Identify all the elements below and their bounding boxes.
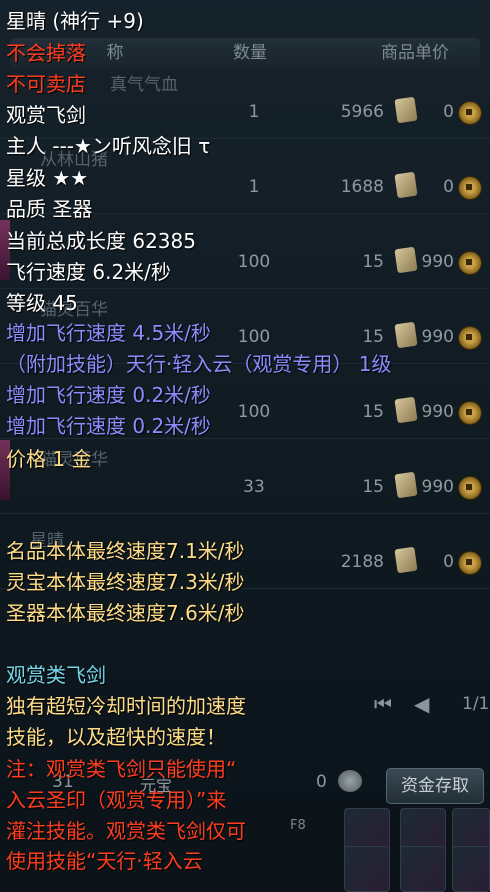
bottom-left-number: 31 [52, 772, 74, 792]
item-qty: 1 [248, 177, 260, 197]
item-coin-price: 0 [443, 552, 454, 572]
item-name: 猫灵百华 [40, 300, 108, 320]
table-row[interactable]: 100 15 990 [0, 364, 490, 439]
item-qty: 1 [248, 102, 260, 122]
coin-icon [458, 476, 482, 500]
item-price: 15 [362, 477, 384, 497]
coin-icon [458, 551, 482, 575]
coin-icon [458, 326, 482, 350]
item-name: 猫灵百华 [40, 450, 108, 470]
item-coin-price: 990 [421, 327, 454, 347]
table-row[interactable]: 真气气血 1 5966 0 [0, 64, 490, 139]
table-row[interactable]: 猫灵百华 100 15 990 [0, 289, 490, 364]
table-row[interactable]: 从林山猪 1 1688 0 [0, 139, 490, 214]
item-coin-price: 990 [421, 402, 454, 422]
item-price: 15 [362, 252, 384, 272]
item-qty: 100 [237, 327, 271, 347]
coin-icon [458, 401, 482, 425]
item-coin-price: 990 [421, 477, 454, 497]
shop-window: 称 数量 商品单价 真气气血 1 5966 0 从林山猪 1 1688 0 10… [0, 0, 490, 892]
currency-label: 元宝 [140, 776, 173, 795]
item-qty: 100 [237, 252, 271, 272]
first-page-icon[interactable]: ⏮ [374, 692, 392, 716]
table-row[interactable]: 100 15 990 [0, 214, 490, 289]
coin-icon [458, 101, 482, 125]
item-price: 15 [362, 327, 384, 347]
silver-icon [338, 770, 362, 792]
item-qty: 33 [243, 477, 265, 497]
skill-slot[interactable] [344, 846, 390, 892]
item-coin-price: 0 [443, 177, 454, 197]
deposit-button[interactable]: 资金存取 [386, 768, 484, 804]
page-indicator: 1/1 [462, 694, 490, 714]
item-price: 15 [362, 402, 384, 422]
item-qty: 100 [237, 402, 271, 422]
item-price: 5966 [340, 102, 384, 122]
hotkey-label: F8 [290, 818, 306, 833]
coin-icon [458, 176, 482, 200]
prev-page-icon[interactable]: ◀ [414, 692, 429, 716]
item-coin-price: 990 [421, 252, 454, 272]
coin-icon [458, 251, 482, 275]
item-name: 从林山猪 [40, 150, 108, 170]
table-row[interactable]: 星晴 2188 0 [0, 514, 490, 589]
item-coin-price: 0 [443, 102, 454, 122]
skill-slot[interactable] [400, 846, 446, 892]
item-name: 星晴 [30, 531, 64, 551]
item-name: 真气气血 [110, 75, 178, 95]
skill-slot[interactable] [452, 846, 490, 892]
item-price: 1688 [340, 177, 384, 197]
currency-amount: 0 [316, 772, 327, 792]
table-row[interactable]: 猫灵百华 33 15 990 [0, 439, 490, 514]
item-price: 2188 [340, 552, 384, 572]
